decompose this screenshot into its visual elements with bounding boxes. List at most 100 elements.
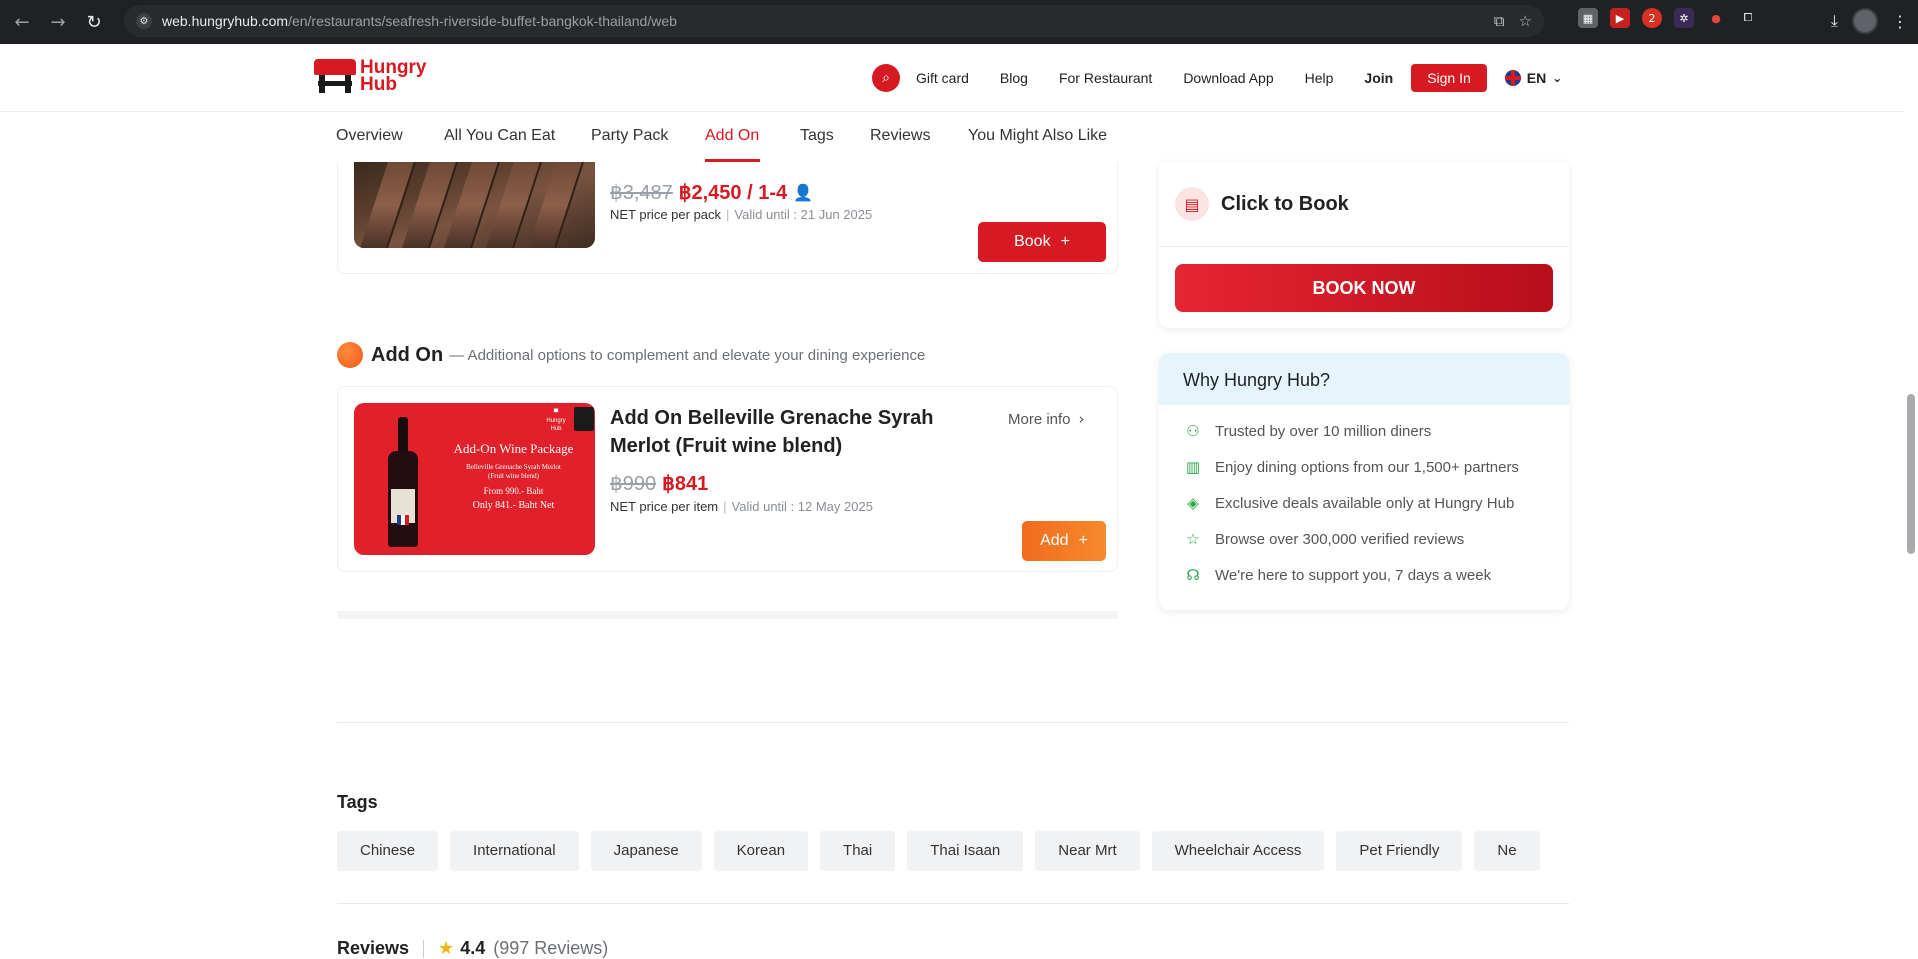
wine-badge-icon xyxy=(574,407,594,431)
booking-card: ▤ Click to Book BOOK NOW xyxy=(1159,162,1569,328)
add-button[interactable]: Add + xyxy=(1022,521,1106,561)
orange-dot-icon xyxy=(337,342,363,368)
tab-reviews[interactable]: Reviews xyxy=(870,127,930,145)
why-item: ☊ We're here to support you, 7 days a wee… xyxy=(1159,557,1569,593)
why-hungry-hub-card: Why Hungry Hub? ⚇ Trusted by over 10 mill… xyxy=(1159,353,1569,610)
join-link[interactable]: Join xyxy=(1364,70,1393,86)
hungry-hub-logo[interactable]: Hungry Hub xyxy=(314,58,427,94)
bookmark-star-icon[interactable]: ☆ xyxy=(1519,12,1532,30)
extension-icon[interactable]: ▦ xyxy=(1578,8,1598,28)
nav-gift-card[interactable]: Gift card xyxy=(916,70,969,86)
wine-package-image[interactable]: ▀ Hungry Hub Add-On Wine Package Bellevill… xyxy=(354,403,595,555)
book-button[interactable]: Book + xyxy=(978,222,1106,262)
download-icon[interactable]: ⤓ xyxy=(1831,11,1838,31)
why-title: Why Hungry Hub? xyxy=(1159,353,1569,405)
tab-you-might-also-like[interactable]: You Might Also Like xyxy=(968,127,1107,145)
scrollbar-thumb[interactable] xyxy=(1907,394,1915,554)
why-item: ▥ Enjoy dining options from our 1,500+ pa… xyxy=(1159,449,1569,485)
tags-title: Tags xyxy=(337,792,378,812)
tag-chip[interactable]: Thai xyxy=(820,831,896,871)
sign-in-button[interactable]: Sign In xyxy=(1411,64,1487,92)
wine-bottle-icon xyxy=(388,417,418,547)
tab-overview[interactable]: Overview xyxy=(336,127,403,145)
tag-chip[interactable]: Ne xyxy=(1474,831,1540,871)
why-item: ◈ Exclusive deals available only at Hungr… xyxy=(1159,485,1569,521)
back-icon[interactable]: ← xyxy=(8,8,36,36)
current-price: ฿841 xyxy=(662,473,709,495)
plus-icon: + xyxy=(1060,233,1070,250)
extension-icon[interactable]: ✲ xyxy=(1674,8,1694,28)
review-score: 4.4 xyxy=(460,938,486,958)
headset-icon: ☊ xyxy=(1186,566,1200,584)
tag-chip[interactable]: Korean xyxy=(713,831,809,871)
tab-tags[interactable]: Tags xyxy=(800,127,834,145)
user-icon: ⚇ xyxy=(1186,422,1200,440)
more-info-link[interactable]: More info › xyxy=(1008,410,1085,428)
language-selector[interactable]: EN ⌄ xyxy=(1504,70,1563,86)
menu-kebab-icon[interactable]: ⋮ xyxy=(1892,12,1908,31)
nav-blog[interactable]: Blog xyxy=(1000,70,1028,86)
tag-chip[interactable]: Japanese xyxy=(590,831,702,871)
hungry-hub-mini-logo: ▀ Hungry Hub xyxy=(546,410,566,432)
old-price: ฿3,487 xyxy=(610,182,673,204)
store-icon: ▥ xyxy=(1185,458,1201,476)
url-text: web.hungryhub.com/en/restaurants/seafres… xyxy=(162,13,677,29)
add-on-section-header: Add On — Additional options to complemen… xyxy=(337,342,925,368)
nav-download-app[interactable]: Download App xyxy=(1183,70,1273,86)
star-icon: ☆ xyxy=(1186,530,1200,548)
diamond-icon: ◈ xyxy=(1187,494,1199,512)
reviews-header: Reviews ★ 4.4 (997 Reviews) xyxy=(337,938,608,959)
site-info-icon[interactable]: ⚙ xyxy=(136,13,152,29)
extension-icon[interactable]: ● xyxy=(1706,8,1726,28)
search-icon[interactable]: ⌕ xyxy=(872,64,900,92)
extension-icon[interactable]: ▶ xyxy=(1610,8,1630,28)
profile-avatar[interactable] xyxy=(1852,8,1878,34)
section-title: Add On xyxy=(371,343,444,366)
add-on-card: ▀ Hungry Hub Add-On Wine Package Bellevill… xyxy=(337,386,1118,572)
chevron-down-icon: ⌄ xyxy=(1552,71,1563,85)
book-now-button[interactable]: BOOK NOW xyxy=(1175,264,1553,312)
tab-party-pack[interactable]: Party Pack xyxy=(591,127,668,145)
divider xyxy=(337,722,1569,723)
forward-icon[interactable]: → xyxy=(44,8,72,36)
install-app-icon[interactable]: ⧉ xyxy=(1494,12,1505,30)
nav-for-restaurant[interactable]: For Restaurant xyxy=(1059,70,1152,86)
section-subtitle: — Additional options to complement and e… xyxy=(449,346,926,364)
tab-add-on[interactable]: Add On xyxy=(705,127,759,145)
tag-chip[interactable]: Thai Isaan xyxy=(907,831,1024,871)
party-pack-card: ฿3,487 ฿2,450 / 1-4 👤 NET price per pack… xyxy=(337,162,1118,274)
extension-badge-icon[interactable]: 2 xyxy=(1642,8,1662,28)
review-count[interactable]: (997 Reviews) xyxy=(493,938,608,959)
reload-icon[interactable]: ↻ xyxy=(80,8,108,36)
address-bar[interactable]: ⚙ web.hungryhub.com/en/restaurants/seafr… xyxy=(124,5,1544,37)
tab-all-you-can-eat[interactable]: All You Can Eat xyxy=(444,127,555,145)
page-scrollbar[interactable] xyxy=(1904,44,1918,959)
add-on-title[interactable]: Add On Belleville Grenache Syrah Merlot … xyxy=(610,404,990,460)
tag-chip[interactable]: Pet Friendly xyxy=(1336,831,1463,871)
plus-icon: + xyxy=(1078,532,1088,549)
star-icon: ★ xyxy=(438,938,455,959)
section-end-bar xyxy=(337,611,1118,619)
uk-flag-icon xyxy=(1504,70,1521,86)
reviews-title: Reviews xyxy=(337,938,410,958)
section-tabs: Overview All You Can Eat Party Pack Add … xyxy=(0,112,1918,162)
tag-chip[interactable]: Near Mrt xyxy=(1035,831,1140,871)
tag-chip[interactable]: International xyxy=(450,831,579,871)
site-header: Hungry Hub ⌕ Gift card Blog For Restaura… xyxy=(0,44,1918,112)
browser-toolbar: ← → ↻ ⚙ web.hungryhub.com/en/restaurants… xyxy=(0,0,1918,44)
tags-list: Chinese International Japanese Korean Thai Th… xyxy=(337,831,1569,873)
tag-chip[interactable]: Chinese xyxy=(337,831,439,871)
nav-help[interactable]: Help xyxy=(1305,70,1334,86)
steak-image xyxy=(354,162,595,248)
old-price: ฿990 xyxy=(610,473,657,495)
why-item: ⚇ Trusted by over 10 million diners xyxy=(1159,413,1569,449)
why-item: ☆ Browse over 300,000 verified reviews xyxy=(1159,521,1569,557)
person-icon: 👤 xyxy=(793,183,814,202)
extensions-puzzle-icon[interactable]: ⧠ xyxy=(1738,8,1758,28)
logo-table-icon xyxy=(314,59,356,93)
document-icon: ▤ xyxy=(1175,187,1209,221)
chevron-right-icon: › xyxy=(1078,410,1085,428)
click-to-book-title: Click to Book xyxy=(1221,193,1349,215)
divider xyxy=(337,903,1569,904)
tag-chip[interactable]: Wheelchair Access xyxy=(1151,831,1325,871)
